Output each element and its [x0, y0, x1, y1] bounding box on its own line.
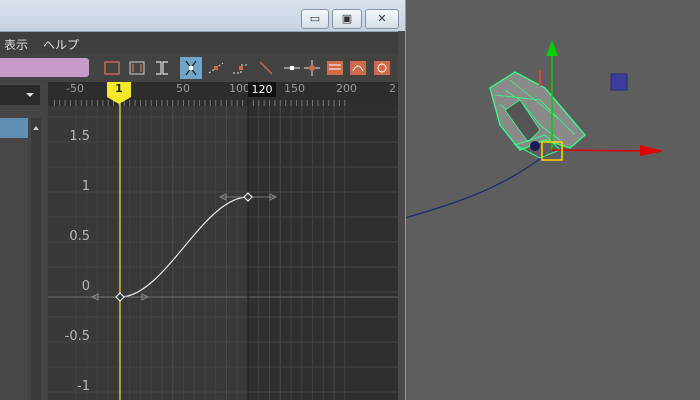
spline-tangent-icon[interactable]: [256, 58, 276, 78]
key-stats-icon[interactable]: [372, 58, 392, 78]
y-tick: -1: [77, 379, 90, 394]
animation-curve: [119, 196, 249, 298]
close-button[interactable]: ✕: [365, 9, 399, 29]
menu-bar: 表示 ヘルプ: [0, 32, 398, 54]
keyframe-point: [115, 292, 125, 302]
buffer-curve-icon[interactable]: [325, 58, 345, 78]
outliner-scrollbar[interactable]: [31, 118, 41, 400]
y-tick: 1.5: [69, 129, 90, 144]
end-frame-label: 120: [248, 82, 276, 97]
step-tangent-icon[interactable]: [231, 58, 251, 78]
frame-all-icon[interactable]: [102, 58, 122, 78]
close-icon: ✕: [377, 12, 387, 25]
outliner-selected-item[interactable]: [0, 118, 28, 138]
x-tick: 50: [176, 82, 190, 95]
x-tick: -50: [66, 82, 84, 95]
graph-view[interactable]: [48, 82, 398, 400]
y-tick: 0.5: [69, 229, 90, 244]
x-tick: 100: [229, 82, 250, 95]
flat-tangent-icon[interactable]: [282, 58, 302, 78]
x-tick: 150: [284, 82, 305, 95]
linear-tangent-icon[interactable]: [206, 58, 226, 78]
minimize-button[interactable]: ▭: [301, 9, 329, 29]
window-edge-scrollbar: [398, 31, 405, 400]
scroll-up-icon: [33, 126, 39, 130]
maximize-icon: ▣: [341, 12, 353, 25]
frame-selection-icon[interactable]: [127, 58, 147, 78]
current-frame-label: 1: [115, 82, 123, 95]
menu-view[interactable]: 表示: [4, 36, 28, 53]
maximize-button[interactable]: ▣: [332, 9, 362, 29]
y-tick: 1: [81, 179, 90, 194]
frame-playback-icon[interactable]: [152, 58, 172, 78]
curve-graph: [48, 82, 398, 400]
graph-editor-window: ▭ ▣ ✕ 表示 ヘルプ 1.5 1 0.5 0 -0.5 -1 -50 0 5…: [0, 0, 406, 400]
motion-path: [404, 154, 546, 219]
minimize-icon: ▭: [309, 12, 321, 25]
x-tick: 2: [389, 82, 396, 95]
y-tick: 0: [81, 279, 90, 294]
chevron-down-icon: [26, 93, 34, 97]
move-key-icon[interactable]: [302, 58, 322, 78]
y-tick: -0.5: [64, 329, 90, 344]
x-tick: 200: [336, 82, 357, 95]
outliner-filter-field[interactable]: [0, 58, 89, 77]
menu-help[interactable]: ヘルプ: [43, 36, 79, 53]
curve-view-icon[interactable]: [348, 58, 368, 78]
select-key-icon[interactable]: [180, 57, 202, 79]
title-bar[interactable]: ▭ ▣ ✕: [0, 0, 405, 32]
outliner-dropdown[interactable]: [0, 85, 40, 105]
